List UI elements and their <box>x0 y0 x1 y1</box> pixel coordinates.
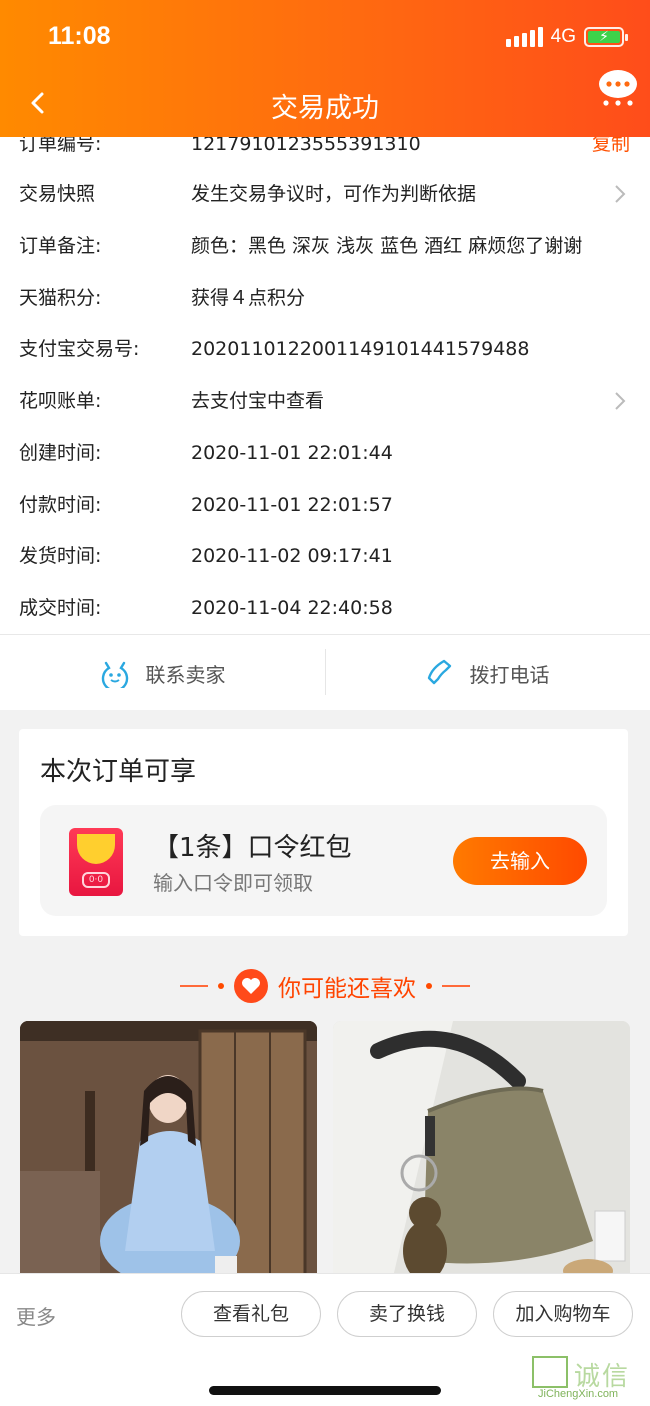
enter-password-button[interactable]: 去输入 <box>453 837 587 885</box>
order-benefits-card: 本次订单可享 0·0 【1条】口令红包 输入口令即可领取 去输入 <box>19 729 628 936</box>
coupon-description: 输入口令即可领取 <box>153 871 313 895</box>
alipay-trade-value: 2020110122001149101441579488 <box>191 338 530 360</box>
header-bar: 11:08 4G ⚡ 交易成功 <box>0 0 650 137</box>
paid-time-value: 2020-11-01 22:01:57 <box>191 494 393 516</box>
more-button[interactable]: 更多 <box>16 1301 56 1330</box>
closed-time-value: 2020-11-04 22:40:58 <box>191 597 393 619</box>
decor-line-right <box>442 985 470 987</box>
alipay-trade-label: 支付宝交易号: <box>19 338 140 360</box>
huabei-label: 花呗账单: <box>19 390 102 412</box>
order-number-row: 订单编号: 1217910123555391310 复制 <box>0 137 650 166</box>
bottom-action-bar: 更多 查看礼包 卖了换钱 加入购物车 诚信 JiChengXin.com <box>0 1273 650 1406</box>
status-time: 11:08 <box>48 22 111 50</box>
order-info-list: 订单编号: 1217910123555391310 复制 交易快照 发生交易争议… <box>0 137 650 634</box>
watermark-url: JiChengXin.com <box>538 1388 619 1400</box>
decor-dot-left <box>218 983 224 989</box>
coupon-name: 【1条】口令红包 <box>153 833 352 863</box>
points-label: 天猫积分: <box>19 287 102 309</box>
created-time-value: 2020-11-01 22:01:44 <box>191 442 393 464</box>
product-image-dress[interactable] <box>20 1021 317 1277</box>
closed-time-label: 成交时间: <box>19 597 102 619</box>
sell-for-cash-button[interactable]: 卖了换钱 <box>337 1291 477 1337</box>
snapshot-row[interactable]: 交易快照 发生交易争议时，可作为判断依据 <box>0 172 650 216</box>
huabei-value: 去支付宝中查看 <box>191 390 325 412</box>
contact-seller-label: 联系卖家 <box>145 662 226 687</box>
watermark-logo: 诚信 JiChengXin.com <box>530 1354 642 1404</box>
product-image-bag[interactable] <box>333 1021 630 1277</box>
password-redpacket-coupon: 0·0 【1条】口令红包 输入口令即可领取 去输入 <box>40 805 607 916</box>
decor-line-left <box>180 985 208 987</box>
points-row: 天猫积分: 获得４点积分 <box>0 276 650 320</box>
heart-icon <box>234 969 268 1003</box>
decor-dot-right <box>426 983 432 989</box>
battery-icon: ⚡ <box>584 27 628 47</box>
home-indicator <box>209 1386 441 1395</box>
seller-face-icon <box>101 661 128 688</box>
view-gift-button[interactable]: 查看礼包 <box>181 1291 321 1337</box>
contact-bar: 联系卖家 拨打电话 <box>0 634 650 710</box>
created-time-label: 创建时间: <box>19 442 102 464</box>
snapshot-value: 发生交易争议时，可作为判断依据 <box>191 183 477 205</box>
remark-value: 颜色：黑色 深灰 浅灰 蓝色 酒红 麻烦您了谢谢 <box>191 235 583 257</box>
points-value: 获得４点积分 <box>191 287 306 309</box>
copy-button[interactable]: 复制 <box>592 137 630 166</box>
order-number-value: 1217910123555391310 <box>191 137 421 155</box>
huabei-row[interactable]: 花呗账单: 去支付宝中查看 <box>0 379 650 423</box>
created-time-row: 创建时间: 2020-11-01 22:01:44 <box>0 431 650 475</box>
recommend-header: 你可能还喜欢 <box>0 966 650 1006</box>
alipay-trade-row: 支付宝交易号: 2020110122001149101441579488 <box>0 327 650 371</box>
paid-time-row: 付款时间: 2020-11-01 22:01:57 <box>0 483 650 527</box>
contact-seller-button[interactable]: 联系卖家 <box>0 635 325 711</box>
shipped-time-label: 发货时间: <box>19 545 102 567</box>
remark-label: 订单备注: <box>19 235 102 257</box>
closed-time-row: 成交时间: 2020-11-04 22:40:58 <box>0 586 650 630</box>
red-packet-icon: 0·0 <box>69 828 123 896</box>
shipped-time-row: 发货时间: 2020-11-02 09:17:41 <box>0 534 650 578</box>
call-phone-button[interactable]: 拨打电话 <box>325 635 650 711</box>
benefits-title: 本次订单可享 <box>40 757 197 787</box>
remark-row: 订单备注: 颜色：黑色 深灰 浅灰 蓝色 酒红 麻烦您了谢谢 <box>0 224 650 268</box>
phone-icon <box>427 659 451 685</box>
add-to-cart-button[interactable]: 加入购物车 <box>493 1291 633 1337</box>
snapshot-label: 交易快照 <box>19 183 96 205</box>
paid-time-label: 付款时间: <box>19 494 102 516</box>
order-number-label: 订单编号: <box>19 137 102 155</box>
chevron-right-icon <box>615 392 626 410</box>
status-indicators: 4G ⚡ <box>505 26 628 48</box>
network-type: 4G <box>550 26 576 47</box>
call-phone-label: 拨打电话 <box>469 662 550 687</box>
page-title: 交易成功 <box>271 93 379 124</box>
shipped-time-value: 2020-11-02 09:17:41 <box>191 545 393 567</box>
message-icon[interactable] <box>598 68 638 108</box>
recommend-title: 你可能还喜欢 <box>278 976 416 1002</box>
chevron-right-icon <box>615 185 626 203</box>
signal-icon <box>505 27 543 47</box>
